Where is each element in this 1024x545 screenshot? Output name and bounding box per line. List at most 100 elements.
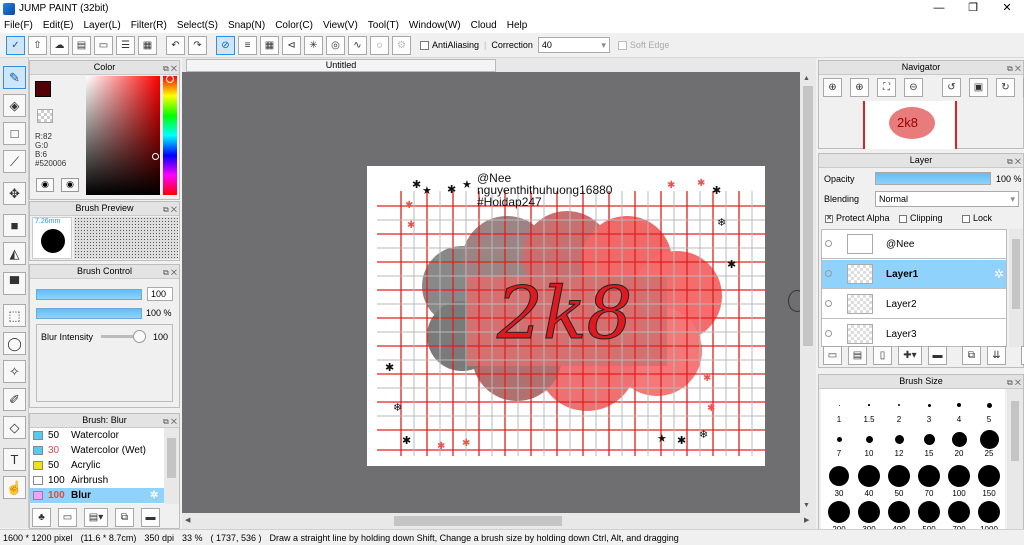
panel-menu-icon[interactable]: ⧉ ✕	[163, 266, 177, 279]
zoom-in-icon[interactable]: ⊕	[823, 78, 842, 97]
brush-folder-icon[interactable]: ▬	[141, 508, 160, 527]
clipping-check-box[interactable]	[899, 214, 907, 223]
visibility-icon[interactable]	[825, 330, 832, 337]
snap-ellipse-icon[interactable]: ◌	[370, 35, 389, 55]
brush-size-option[interactable]: 15	[914, 431, 944, 463]
scroll-up-icon[interactable]: ▲	[803, 75, 810, 82]
snap-radial-icon[interactable]: ✳	[304, 35, 323, 55]
brush-add-cloud-icon[interactable]: ♣	[32, 508, 51, 527]
comment-icon[interactable]: ☁	[50, 35, 69, 55]
antialiasing-check-box[interactable]	[420, 40, 429, 50]
visibility-icon[interactable]	[825, 240, 832, 247]
eyedropper-icon[interactable]: ◉	[61, 178, 79, 192]
brush-size-option[interactable]: 4	[944, 397, 974, 429]
menu-layer[interactable]: Layer(L)	[83, 20, 120, 31]
list-icon[interactable]: ☰	[116, 35, 135, 55]
move-tool-icon[interactable]: ✥	[3, 182, 26, 205]
brush-item-acrylic[interactable]: 50 Acrylic	[30, 458, 160, 473]
brush-size-option[interactable]: 70	[914, 465, 944, 498]
soft-edge-checkbox[interactable]: Soft Edge	[617, 40, 669, 50]
panel-menu-icon[interactable]: ⧉ ✕	[1007, 376, 1021, 389]
new-layer-8bit-icon[interactable]: ▤	[848, 346, 867, 365]
brush-size-scrollbar[interactable]	[1007, 389, 1023, 529]
brush-size-option[interactable]: 30	[824, 465, 854, 498]
duplicate-layer-icon[interactable]: ⧉	[962, 346, 981, 365]
panel-menu-icon[interactable]: ⧉ ✕	[1007, 155, 1021, 168]
fill-rect-tool-icon[interactable]: ■	[3, 214, 26, 237]
text-tool-icon[interactable]: T	[3, 448, 26, 471]
brush-item-watercolor-wet[interactable]: 30 Watercolor (Wet)	[30, 443, 160, 458]
canvas-vertical-scrollbar[interactable]: ▲ ▼	[800, 72, 816, 513]
blending-select[interactable]: Normal ▾	[875, 191, 1019, 207]
maximize-button[interactable]: ❐	[956, 0, 990, 17]
layer-row[interactable]: Layer2	[822, 290, 1006, 319]
brush-item-watercolor[interactable]: 50 Watercolor	[30, 428, 160, 443]
rotate-left-icon[interactable]: ↺	[942, 78, 961, 97]
gear-icon[interactable]: ✲	[994, 267, 1004, 281]
scrollbar-thumb[interactable]	[167, 438, 176, 478]
menu-color[interactable]: Color(C)	[275, 20, 313, 31]
layer-list-scrollbar[interactable]	[1009, 229, 1023, 347]
new-layer-icon[interactable]: ▭	[823, 346, 842, 365]
scrollbar-thumb[interactable]	[394, 516, 562, 526]
brush-size-option[interactable]: 10	[854, 431, 884, 463]
merge-layer-icon[interactable]: ⇊	[987, 346, 1006, 365]
panel-menu-icon[interactable]: ⧉ ✕	[1007, 62, 1021, 75]
blur-intensity-thumb[interactable]	[133, 330, 146, 343]
magic-wand-tool-icon[interactable]: ✧	[3, 360, 26, 383]
brush-opacity-slider[interactable]	[36, 308, 142, 319]
color-wheel-icon[interactable]: ◉	[36, 178, 54, 192]
select-eraser-tool-icon[interactable]: ◇	[3, 416, 26, 439]
zoom-out-icon[interactable]: ⊖	[904, 78, 923, 97]
canvas-area[interactable]: ✱ ★ ✱ ★ ✱ ❄ ✱ ❄ ✱ ★ ✱ ❄ ✱ ✱ ✱ ✱ ✱ ✱ ✱ ✱ ✱ @Nee nguyenthithu…	[182, 72, 806, 513]
snap-vanishing-icon[interactable]: ⊲	[282, 35, 301, 55]
brush-size-option[interactable]: 20	[944, 431, 974, 463]
menu-select[interactable]: Select(S)	[177, 20, 218, 31]
scrollbar-thumb[interactable]	[1011, 401, 1019, 461]
snap-grid-icon[interactable]: ▦	[260, 35, 279, 55]
redo-icon[interactable]: ↷	[188, 35, 207, 55]
brush-list-scrollbar[interactable]	[164, 428, 179, 504]
rectangle-tool-icon[interactable]: □	[3, 122, 26, 145]
visibility-icon[interactable]	[825, 270, 832, 277]
main-color-swatch[interactable]	[35, 81, 51, 97]
menu-file[interactable]: File(F)	[4, 20, 33, 31]
brush-item-airbrush[interactable]: 100 Airbrush	[30, 473, 160, 488]
cloud-check-icon[interactable]: ✓	[6, 35, 25, 55]
brush-size-option[interactable]: 2	[884, 397, 914, 429]
protect-alpha-check-box[interactable]: ✕	[825, 214, 833, 223]
actual-size-icon[interactable]: ▣	[969, 78, 988, 97]
hue-cursor[interactable]	[166, 75, 174, 83]
eraser-tool-icon[interactable]: ◈	[3, 94, 26, 117]
grid-settings-icon[interactable]: ▦	[138, 35, 157, 55]
visibility-icon[interactable]	[825, 300, 832, 307]
brush-size-value[interactable]: 100	[147, 287, 173, 301]
brush-size-option[interactable]: 7	[824, 431, 854, 463]
picker-cursor[interactable]	[152, 153, 159, 160]
opacity-slider[interactable]	[875, 172, 991, 185]
bucket-tool-icon[interactable]: ◭	[3, 242, 26, 265]
transparent-color-swatch[interactable]	[37, 109, 53, 123]
brush-size-option[interactable]: 150	[974, 465, 1004, 498]
scroll-left-icon[interactable]: ◀	[185, 516, 190, 524]
zoom-in-plus-icon[interactable]: ⊕	[850, 78, 869, 97]
rotate-right-icon[interactable]: ↻	[996, 78, 1015, 97]
brush-add-menu-icon[interactable]: ▤▾	[84, 508, 108, 527]
new-folder-icon[interactable]: ▬	[928, 346, 947, 365]
navigator-preview[interactable]: 2k8	[863, 101, 957, 149]
snap-parallel-icon[interactable]: ≡	[238, 35, 257, 55]
antialiasing-checkbox[interactable]: AntiAliasing	[420, 40, 479, 50]
brush-size-option[interactable]: 40	[854, 465, 884, 498]
brush-size-option[interactable]: 50	[884, 465, 914, 498]
snap-circle-icon[interactable]: ◎	[326, 35, 345, 55]
correction-select[interactable]: 40 ▾	[537, 37, 610, 53]
fit-window-icon[interactable]: ⛶	[877, 78, 896, 97]
layer-row-selected[interactable]: Layer1 ✲	[822, 260, 1006, 289]
protect-alpha-checkbox[interactable]: ✕ Protect Alpha	[825, 213, 890, 223]
brush-new-icon[interactable]: ▭	[58, 508, 77, 527]
menu-window[interactable]: Window(W)	[409, 20, 461, 31]
brush-tool-icon[interactable]: ✎	[3, 66, 26, 89]
new-layer-1bit-icon[interactable]: ▯	[873, 346, 892, 365]
gear-icon[interactable]: ✲	[150, 488, 158, 503]
document-icon[interactable]: ▭	[94, 35, 113, 55]
